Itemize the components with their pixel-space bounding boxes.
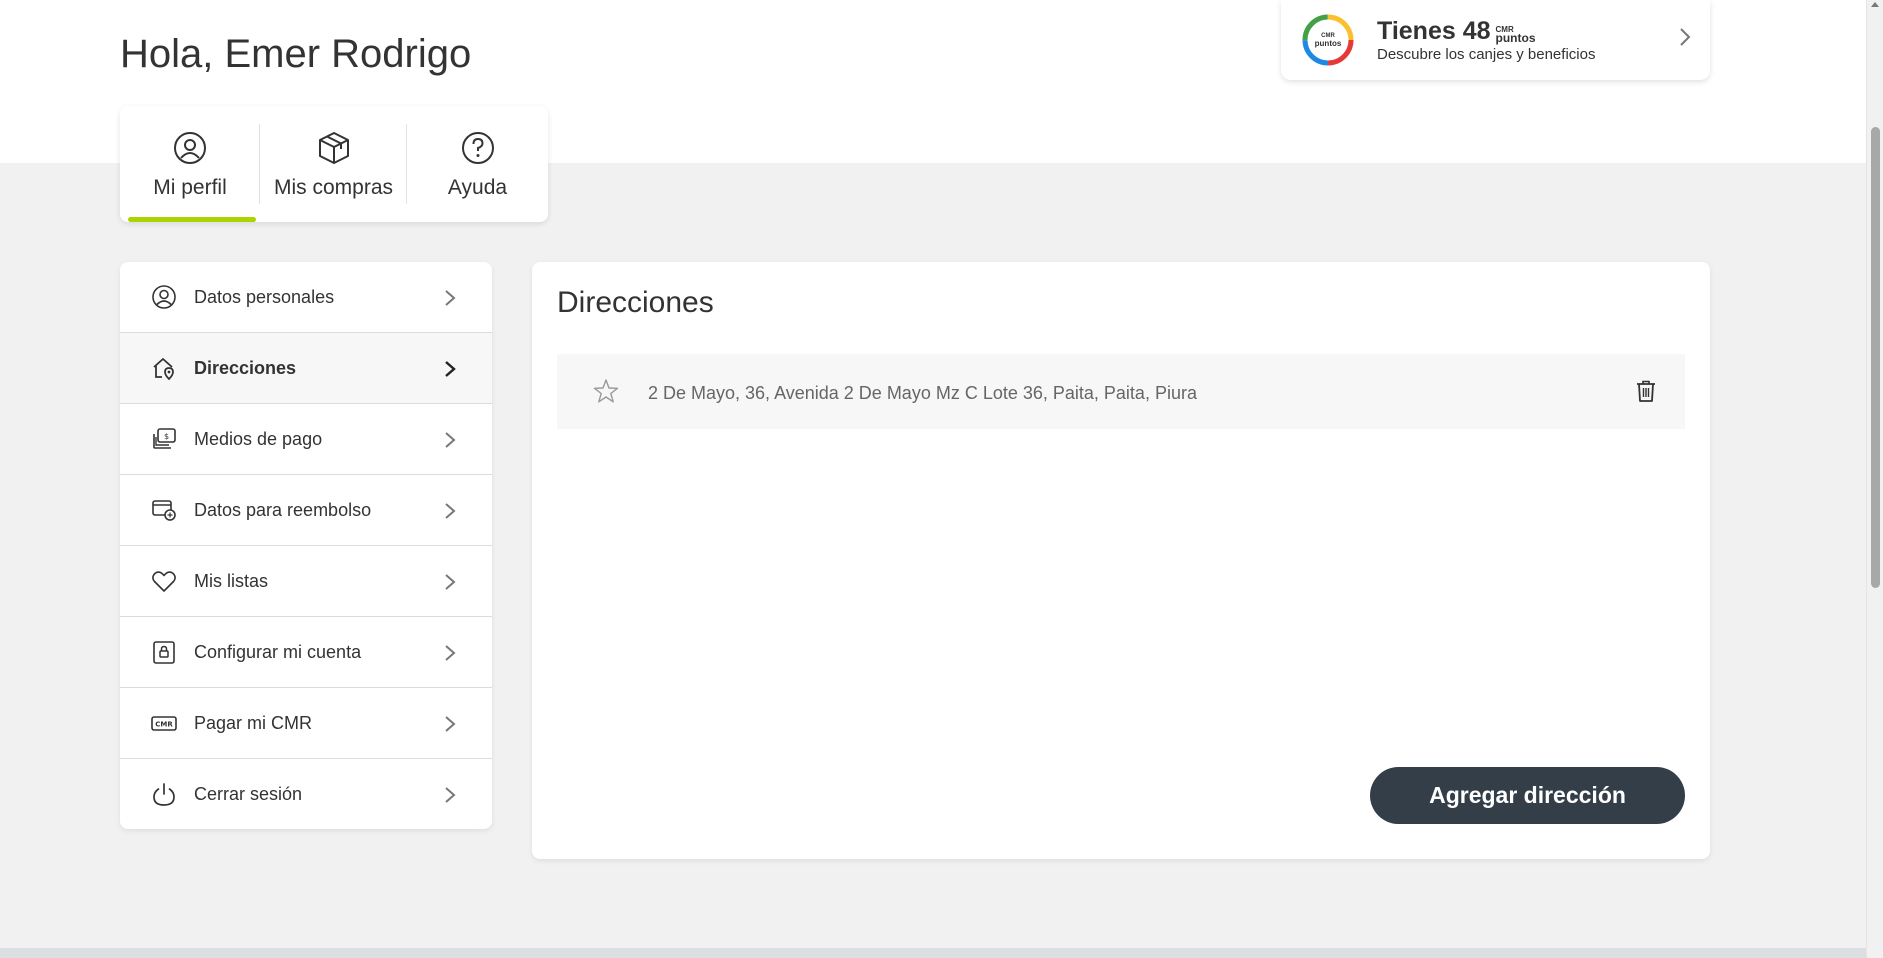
sidebar-item-label: Direcciones	[194, 357, 297, 378]
power-icon	[153, 782, 175, 806]
sidebar-item-label: Configurar mi cuenta	[194, 641, 362, 662]
sidebar-item-datos-personales[interactable]: Datos personales	[120, 262, 492, 333]
user-circle-icon	[174, 132, 206, 164]
tab-label: Ayuda	[447, 176, 508, 199]
svg-text:$: $	[164, 432, 169, 441]
chevron-right-icon	[445, 432, 456, 448]
lock-icon	[153, 641, 175, 664]
points-headline: Tienes 48	[1377, 16, 1491, 45]
tab-label: Mis compras	[273, 176, 394, 199]
page-scrollbar[interactable]	[1866, 0, 1883, 958]
account-tabs: Mi perfil Mis compras Ayuda	[120, 106, 548, 222]
points-subtitle: Descubre los canjes y beneficios	[1377, 45, 1596, 63]
chevron-right-icon	[445, 716, 456, 732]
box-icon	[318, 132, 349, 164]
sidebar-item-label: Datos para reembolso	[194, 499, 372, 520]
sidebar-item-label: Mis listas	[194, 570, 269, 591]
points-brand-puntos: puntos	[1495, 30, 1536, 45]
refund-card-icon	[152, 500, 176, 521]
chevron-right-icon	[445, 290, 456, 306]
sidebar-item-pagar-mi-cmr[interactable]: CMR Pagar mi CMR	[120, 688, 492, 759]
address-item: 2 De Mayo, 36, Avenida 2 De Mayo Mz C Lo…	[557, 354, 1685, 429]
sidebar-item-mis-listas[interactable]: Mis listas	[120, 546, 492, 617]
svg-text:CMR: CMR	[155, 721, 173, 729]
scrollbar-thumb[interactable]	[1871, 127, 1880, 588]
footer-band	[0, 948, 1866, 958]
addresses-panel: Direcciones 2 De Mayo, 36, Avenida 2 De …	[532, 262, 1710, 859]
chevron-right-icon	[445, 645, 456, 661]
points-brand: CMR puntos	[1495, 25, 1536, 45]
logo-puntos-text: puntos	[1314, 38, 1342, 48]
chevron-right-icon	[445, 574, 456, 590]
scroll-up-arrow-icon[interactable]	[1871, 2, 1879, 7]
sidebar-item-label: Cerrar sesión	[194, 784, 303, 804]
trash-icon[interactable]	[1635, 379, 1657, 403]
chevron-right-icon	[445, 361, 456, 377]
sidebar-item-label: Datos personales	[194, 286, 335, 307]
sidebar-item-direcciones[interactable]: Direcciones	[120, 333, 492, 404]
sidebar-item-medios-de-pago[interactable]: $ Medios de pago	[120, 404, 492, 475]
tab-ayuda[interactable]: Ayuda	[407, 106, 548, 222]
cmr-points-card[interactable]: CMR puntos Tienes 48 CMR puntos Descubre…	[1281, 0, 1710, 80]
sidebar-item-configurar-mi-cuenta[interactable]: Configurar mi cuenta	[120, 617, 492, 688]
sidebar-item-cerrar-sesion[interactable]: Cerrar sesión	[120, 759, 492, 829]
profile-sidebar-menu: Datos personales Direcciones $ Medios de…	[120, 262, 492, 829]
tab-label: Mi perfil	[153, 176, 227, 199]
active-tab-indicator	[128, 217, 256, 222]
address-text: 2 De Mayo, 36, Avenida 2 De Mayo Mz C Lo…	[648, 383, 1197, 403]
star-icon[interactable]	[593, 378, 619, 404]
sidebar-item-label: Medios de pago	[194, 428, 323, 449]
add-address-button[interactable]: Agregar dirección	[1370, 767, 1685, 824]
greeting-title: Hola, Emer Rodrigo	[120, 32, 472, 76]
home-location-icon	[153, 358, 174, 381]
sidebar-item-datos-para-reembolso[interactable]: Datos para reembolso	[120, 475, 492, 546]
page-title: Direcciones	[557, 286, 714, 319]
user-circle-icon	[152, 285, 176, 309]
help-circle-icon	[461, 132, 494, 164]
cmr-puntos-logo: CMR puntos	[1301, 13, 1355, 67]
sidebar-item-label: Pagar mi CMR	[194, 712, 313, 733]
chevron-right-icon	[445, 503, 456, 519]
chevron-right-icon	[445, 787, 456, 803]
cmr-card-icon: CMR	[151, 716, 177, 731]
chevron-right-icon	[1680, 28, 1691, 46]
payment-cards-icon: $	[153, 428, 176, 449]
tab-mi-perfil[interactable]: Mi perfil	[120, 106, 260, 222]
tab-mis-compras[interactable]: Mis compras	[260, 106, 407, 222]
heart-icon	[152, 571, 176, 592]
